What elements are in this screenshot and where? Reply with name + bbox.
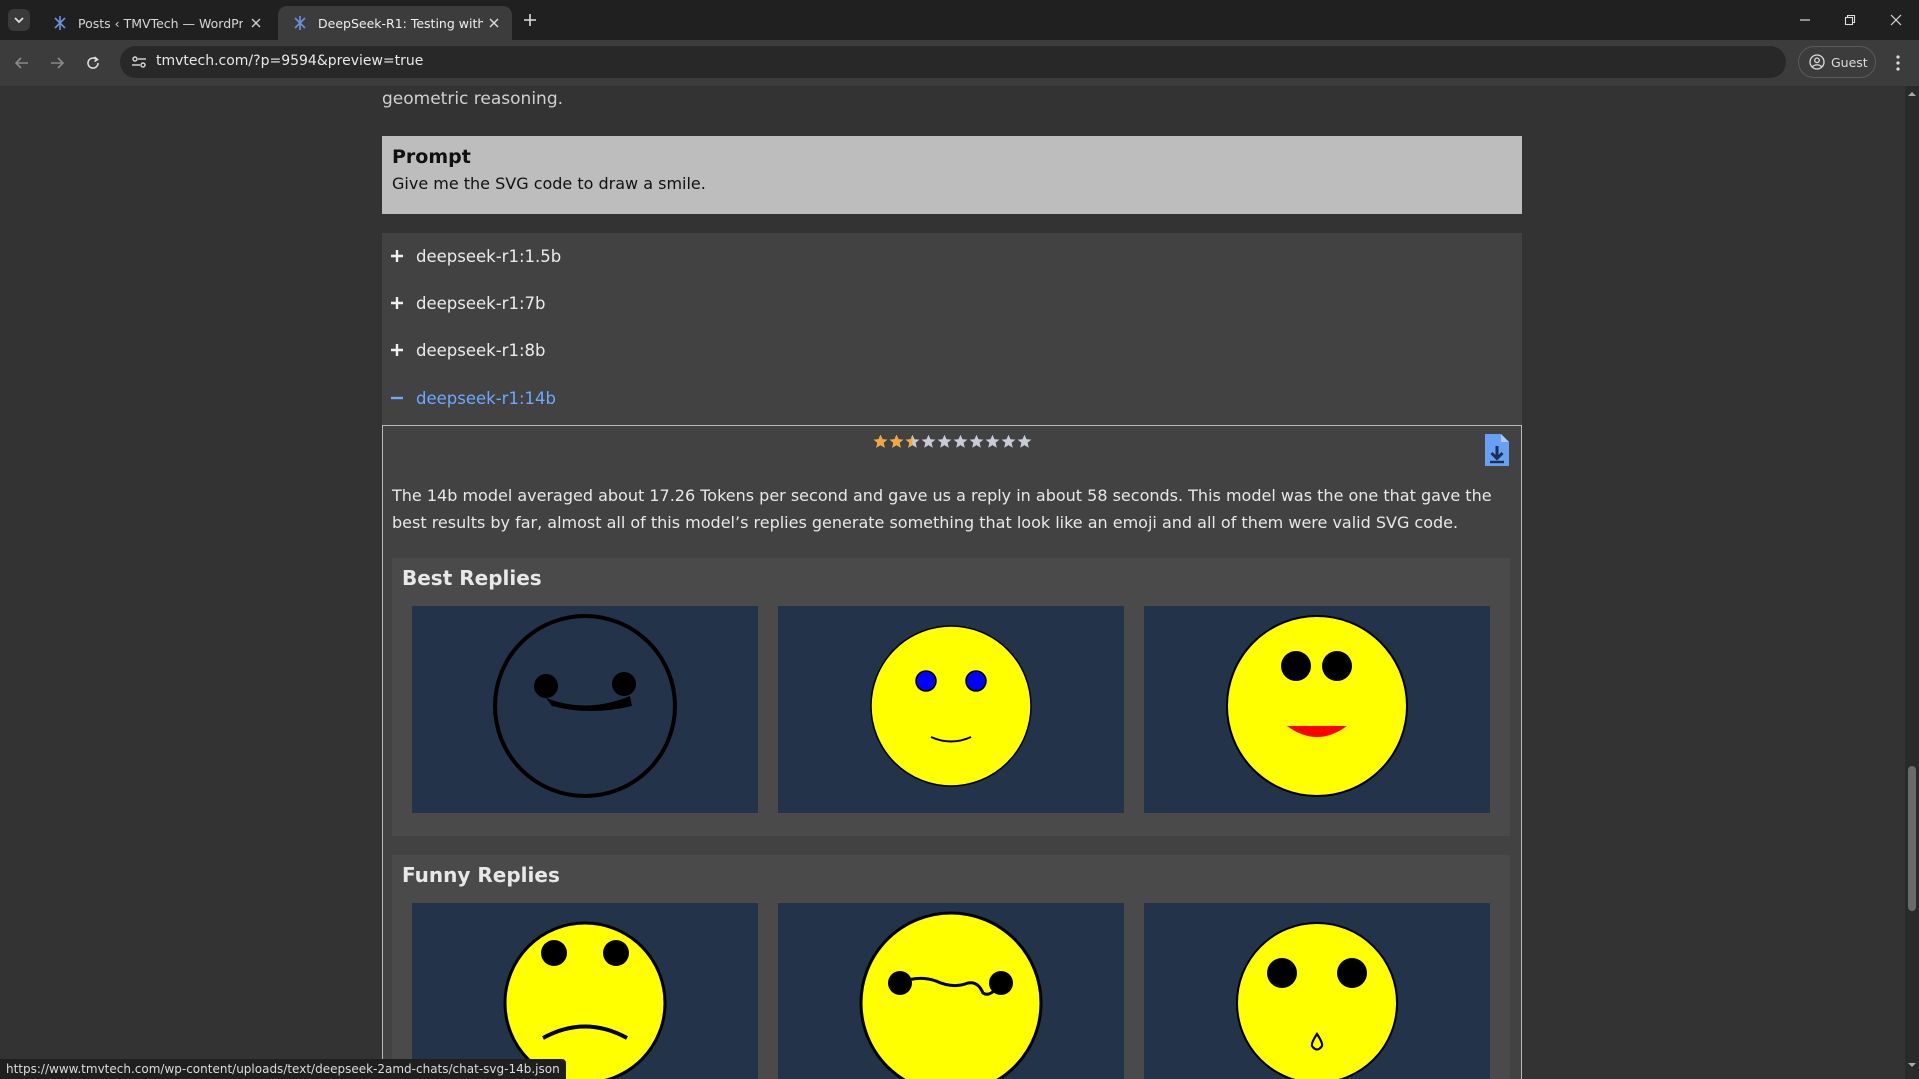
reply-image-smiley-frown[interactable] (412, 903, 758, 1079)
close-tab-icon[interactable] (248, 15, 264, 31)
back-button[interactable] (11, 52, 33, 74)
prompt-title: Prompt (392, 146, 471, 168)
tmvtech-favicon-icon (54, 16, 66, 30)
arrow-left-icon (14, 57, 28, 69)
group-title: Funny Replies (402, 863, 560, 887)
tmvtech-favicon-icon (294, 16, 306, 30)
reload-icon (87, 56, 99, 69)
tab-deepseek-article[interactable]: DeepSeek-R1: Testing with multiple model… (278, 6, 512, 40)
plus-icon (524, 14, 536, 26)
reply-image-smiley-wavy-mouth[interactable] (778, 903, 1124, 1079)
reply-image-smiley-blue-eyes[interactable] (778, 606, 1124, 813)
close-tab-icon[interactable] (486, 15, 502, 31)
close-window-button[interactable] (1873, 8, 1919, 32)
tab-title: Posts ‹ TMVTech — WordPress (78, 15, 243, 31)
intro-text-tail: geometric reasoning. (382, 89, 564, 109)
browser-toolbar: tmvtech.com/?p=9594&preview=true Guest (0, 40, 1919, 86)
star-empty-icon (969, 434, 984, 448)
star-empty-icon (953, 434, 968, 448)
link-status-bar: https://www.tmvtech.com/wp-content/uploa… (0, 1059, 566, 1079)
page-scrollbar[interactable] (1905, 86, 1919, 1079)
rating-stars (873, 434, 1033, 449)
kebab-menu-icon (1896, 55, 1900, 71)
accordion-item-8b[interactable]: deepseek-r1:8b (390, 335, 545, 365)
reply-image-smiley-red-smile[interactable] (1144, 606, 1490, 813)
chevron-down-icon (14, 17, 24, 24)
scroll-down-arrow-icon[interactable] (1908, 1061, 1916, 1069)
reply-image-smiley-outline-grin[interactable] (412, 606, 758, 813)
new-tab-button[interactable] (520, 10, 540, 30)
restore-button[interactable] (1827, 8, 1873, 32)
funny-replies-group: Funny Replies (392, 855, 1510, 1079)
accordion-item-14b[interactable]: deepseek-r1:14b (390, 383, 556, 413)
accordion-panel-14b: The 14b model averaged about 17.26 Token… (382, 425, 1522, 1079)
download-file-icon[interactable] (1483, 432, 1511, 468)
arrow-right-icon (51, 57, 65, 69)
best-replies-group: Best Replies (392, 558, 1510, 836)
tab-title: DeepSeek-R1: Testing with multiple model… (318, 15, 483, 31)
tab-search-button[interactable] (8, 9, 30, 31)
prompt-box: Prompt Give me the SVG code to draw a sm… (382, 136, 1522, 214)
minus-icon (391, 396, 403, 400)
plus-icon (391, 344, 403, 356)
accordion-label: deepseek-r1:7b (416, 293, 546, 313)
minimize-icon (1800, 19, 1810, 21)
star-empty-icon (937, 434, 952, 448)
prompt-text: Give me the SVG code to draw a smile. (392, 174, 706, 193)
address-bar[interactable]: tmvtech.com/?p=9594&preview=true (120, 46, 1786, 78)
profile-label: Guest (1831, 54, 1868, 70)
star-empty-icon (1017, 434, 1032, 448)
model-accordion: deepseek-r1:1.5b deepseek-r1:7b deepseek… (382, 233, 1522, 1079)
plus-icon (391, 297, 403, 309)
accordion-item-7b[interactable]: deepseek-r1:7b (390, 288, 545, 318)
scroll-up-arrow-icon[interactable] (1908, 90, 1916, 98)
scrollbar-thumb[interactable] (1908, 766, 1916, 911)
close-icon (1890, 14, 1902, 26)
profile-icon (1809, 54, 1825, 70)
browser-menu-button[interactable] (1888, 52, 1908, 74)
restore-icon (1844, 14, 1856, 26)
group-title: Best Replies (402, 566, 542, 590)
url-text[interactable]: tmvtech.com/?p=9594&preview=true (156, 53, 423, 69)
accordion-label: deepseek-r1:14b (416, 388, 556, 408)
star-empty-icon (985, 434, 1000, 448)
accordion-label: deepseek-r1:1.5b (416, 246, 562, 266)
accordion-label: deepseek-r1:8b (416, 340, 546, 360)
tab-strip: Posts ‹ TMVTech — WordPress DeepSeek-R1:… (0, 0, 1919, 40)
accordion-item-1-5b[interactable]: deepseek-r1:1.5b (390, 241, 561, 271)
profile-button[interactable]: Guest (1798, 46, 1876, 78)
site-info-icon[interactable] (128, 52, 150, 72)
star-empty-icon (921, 434, 936, 448)
tab-wordpress-posts[interactable]: Posts ‹ TMVTech — WordPress (38, 6, 274, 40)
star-empty-icon (1001, 434, 1016, 448)
star-filled-icon (873, 434, 888, 448)
model-description: The 14b model averaged about 17.26 Token… (392, 486, 1492, 532)
minimize-button[interactable] (1782, 8, 1828, 32)
star-half-icon (905, 434, 920, 448)
page-viewport: geometric reasoning. Prompt Give me the … (0, 86, 1905, 1079)
plus-icon (391, 250, 403, 262)
reload-button[interactable] (82, 52, 104, 74)
forward-button[interactable] (46, 52, 68, 74)
reply-image-smiley-small-mouth[interactable] (1144, 903, 1490, 1079)
star-filled-icon (889, 434, 904, 448)
